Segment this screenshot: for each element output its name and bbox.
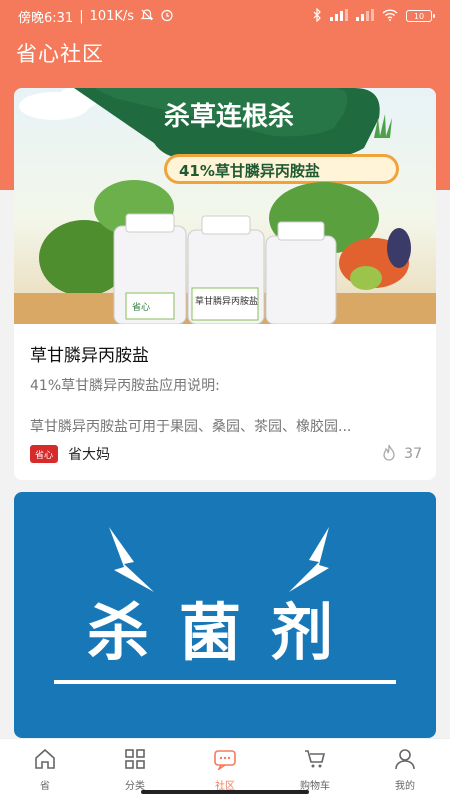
grid-icon	[124, 748, 146, 773]
banner-title: 杀菌剂	[86, 596, 363, 669]
home-icon	[33, 748, 57, 773]
mute-icon	[140, 8, 154, 24]
bluetooth-icon	[312, 7, 322, 24]
status-time: 傍晚6:31	[18, 10, 74, 26]
post-summary: 41%草甘膦异丙胺盐应用说明:	[30, 378, 220, 394]
wifi-icon	[382, 9, 398, 23]
status-bar: 傍晚6:31 | 101K/s 10	[0, 0, 450, 32]
flame-icon	[382, 444, 396, 465]
home-indicator[interactable]	[141, 790, 309, 794]
bottle-label: 草甘膦异丙胺盐	[195, 297, 259, 307]
user-icon	[394, 748, 416, 773]
network-speed: 101K/s	[89, 8, 135, 24]
hot-counter: 37	[382, 444, 422, 465]
signal-icon	[330, 9, 348, 23]
author-row: 省心 省大妈 37	[30, 442, 422, 466]
bottle-brand: 省心	[132, 303, 151, 313]
post-excerpt: 草甘膦异丙胺盐可用于果园、桑园、茶园、橡胶园...	[30, 419, 352, 435]
nav-item-profile[interactable]: 我的	[360, 739, 450, 800]
banner-product: 41%草甘膦异丙胺盐	[179, 162, 320, 180]
battery-icon: 10	[406, 10, 435, 22]
nav-label: 我的	[395, 780, 415, 792]
post-card[interactable]: 杀草连根杀 41%草甘膦异丙胺盐 省心 草甘膦异丙胺盐 草甘膦异丙胺盐 41%草…	[14, 88, 436, 480]
cart-icon	[303, 748, 327, 773]
alarm-icon	[160, 8, 174, 24]
chat-icon	[213, 748, 237, 773]
nav-label: 省	[40, 780, 50, 792]
nav-item-home[interactable]: 省	[0, 739, 90, 800]
author-name[interactable]: 省大妈	[68, 444, 110, 464]
banner-headline: 杀草连根杀	[164, 102, 295, 132]
page-title: 省心社区	[16, 42, 104, 66]
post-title: 草甘膦异丙胺盐	[30, 346, 149, 366]
post-banner-image: 杀草连根杀 41%草甘膦异丙胺盐 省心 草甘膦异丙胺盐	[14, 88, 436, 324]
signal-2-icon	[356, 9, 374, 23]
post-card[interactable]: 杀菌剂	[14, 492, 436, 738]
avatar[interactable]: 省心	[30, 445, 58, 463]
hot-count: 37	[404, 446, 422, 462]
